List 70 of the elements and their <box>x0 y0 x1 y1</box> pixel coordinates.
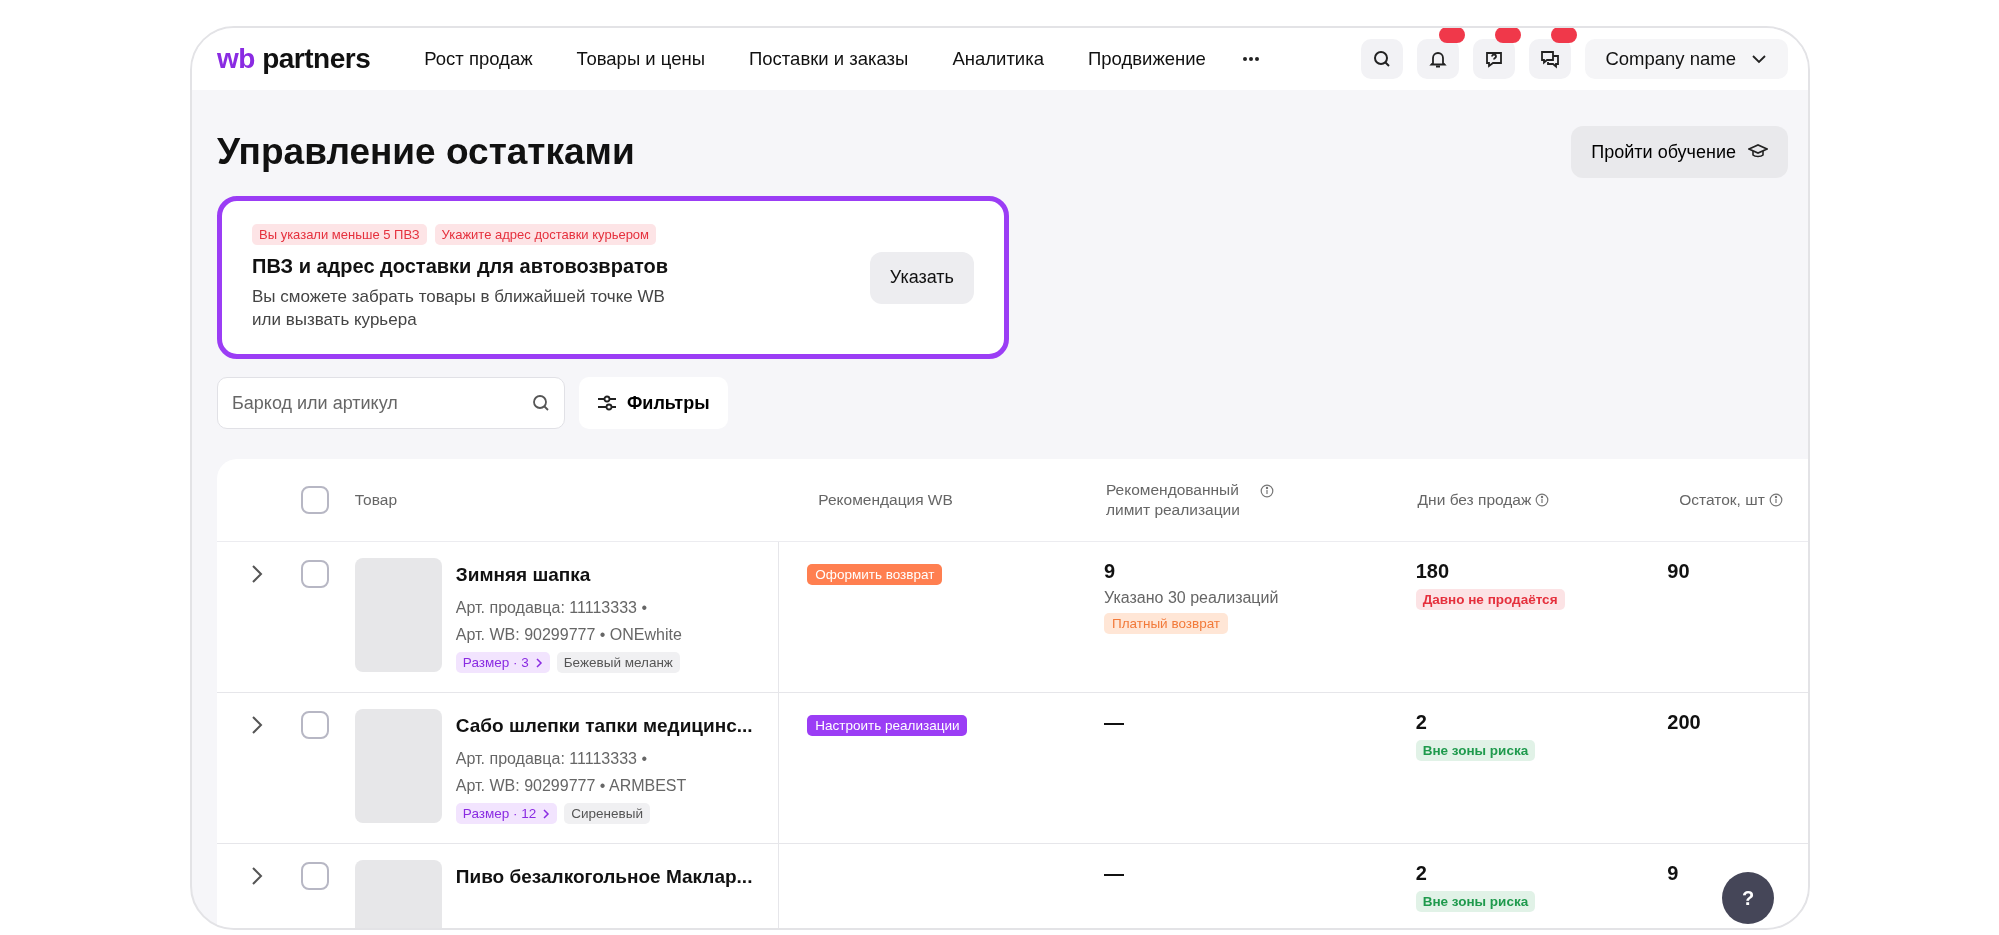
nav-link[interactable]: Аналитика <box>952 48 1044 70</box>
row-checkbox[interactable] <box>300 560 329 588</box>
column-header: Остаток, шт <box>1679 489 1765 510</box>
paid-return-tag: Платный возврат <box>1104 613 1229 634</box>
search-field[interactable]: Баркод или артикул <box>217 377 565 429</box>
sliders-icon <box>597 394 617 412</box>
chevron-right-icon <box>542 808 551 819</box>
tutorial-button[interactable]: Пройти обучение <box>1571 126 1788 178</box>
status-tag: Вне зоны риска <box>1415 891 1536 912</box>
expand-chevron-icon[interactable] <box>250 564 263 584</box>
chat-button[interactable] <box>1529 39 1572 79</box>
product-name[interactable]: Зимняя шапка <box>455 564 682 586</box>
limit-value: — <box>1104 711 1124 734</box>
recommendation-tag[interactable]: Настроить реализации <box>807 715 968 736</box>
question-bubble-icon <box>1484 49 1505 69</box>
search-button[interactable] <box>1361 39 1404 79</box>
product-article: Арт. WB: 90299777 • ONEwhite <box>455 625 682 645</box>
more-icon[interactable] <box>1241 56 1260 62</box>
product-name[interactable]: Пиво безалкогольное Маклар... <box>455 866 753 888</box>
graduation-cap-icon <box>1748 144 1768 160</box>
logo[interactable]: wb partners <box>217 43 371 75</box>
days-value: 180 <box>1415 560 1449 583</box>
nav-link[interactable]: Продвижение <box>1088 48 1206 70</box>
limit-note: Указано 30 реализаций <box>1104 589 1279 607</box>
expand-chevron-icon[interactable] <box>250 866 263 886</box>
page-title: Управление остатками <box>217 131 635 173</box>
days-value: 2 <box>1415 862 1427 885</box>
status-tag: Давно не продаётся <box>1415 589 1565 610</box>
chat-bubbles-icon <box>1540 49 1561 69</box>
stock-value: 9 <box>1667 862 1679 885</box>
size-tag[interactable]: Размер · 12 <box>455 803 558 824</box>
column-header: Рекомендованный лимит реализации <box>1105 479 1241 520</box>
limit-value: 9 <box>1104 560 1116 583</box>
bell-icon <box>1428 49 1449 69</box>
expand-chevron-icon[interactable] <box>250 715 263 735</box>
support-button[interactable] <box>1473 39 1516 79</box>
nav-link[interactable]: Товары и цены <box>576 48 705 70</box>
product-article: Арт. WB: 90299777 • ARMBEST <box>455 776 688 796</box>
limit-value: — <box>1104 862 1124 885</box>
banner-title: ПВЗ и адрес доставки для автовозвратов <box>252 255 670 279</box>
stock-value: 200 <box>1667 711 1701 734</box>
column-header: Товар <box>354 489 397 510</box>
days-value: 2 <box>1415 711 1427 734</box>
notification-badge <box>1495 28 1522 43</box>
product-name[interactable]: Сабо шлепки тапки медицинс... <box>455 715 753 737</box>
column-header: Рекомендация WB <box>818 489 953 510</box>
product-article: Арт. продавца: 11113333 • <box>455 749 648 769</box>
notifications-button[interactable] <box>1417 39 1460 79</box>
product-article: Арт. продавца: 11113333 • <box>455 598 648 618</box>
status-tag: Вне зоны риска <box>1415 740 1536 761</box>
color-tag: Бежевый меланж <box>556 652 680 673</box>
notification-badge <box>1551 28 1578 43</box>
warning-tag: Укажите адрес доставки курьером <box>434 224 657 246</box>
row-checkbox[interactable] <box>300 711 329 739</box>
warning-tag: Вы указали меньше 5 ПВЗ <box>252 224 427 246</box>
specify-button[interactable]: Указать <box>869 251 974 304</box>
account-dropdown[interactable]: Company name <box>1585 39 1788 79</box>
search-icon <box>531 393 551 413</box>
nav-link[interactable]: Поставки и заказы <box>749 48 909 70</box>
filters-button[interactable]: Фильтры <box>579 377 728 429</box>
notification-badge <box>1439 28 1466 43</box>
select-all-checkbox[interactable] <box>300 486 329 514</box>
banner-text: Вы сможете забрать товары в ближайшей точке WB или вызвать курьера <box>252 286 666 331</box>
row-checkbox[interactable] <box>300 862 329 890</box>
chevron-right-icon <box>534 657 543 668</box>
size-tag[interactable]: Размер · 3 <box>455 652 550 673</box>
nav-link[interactable]: Рост продаж <box>424 48 533 70</box>
color-tag: Сиреневый <box>564 803 650 824</box>
column-header: Дни без продаж <box>1417 489 1532 510</box>
stock-value: 90 <box>1667 560 1690 583</box>
